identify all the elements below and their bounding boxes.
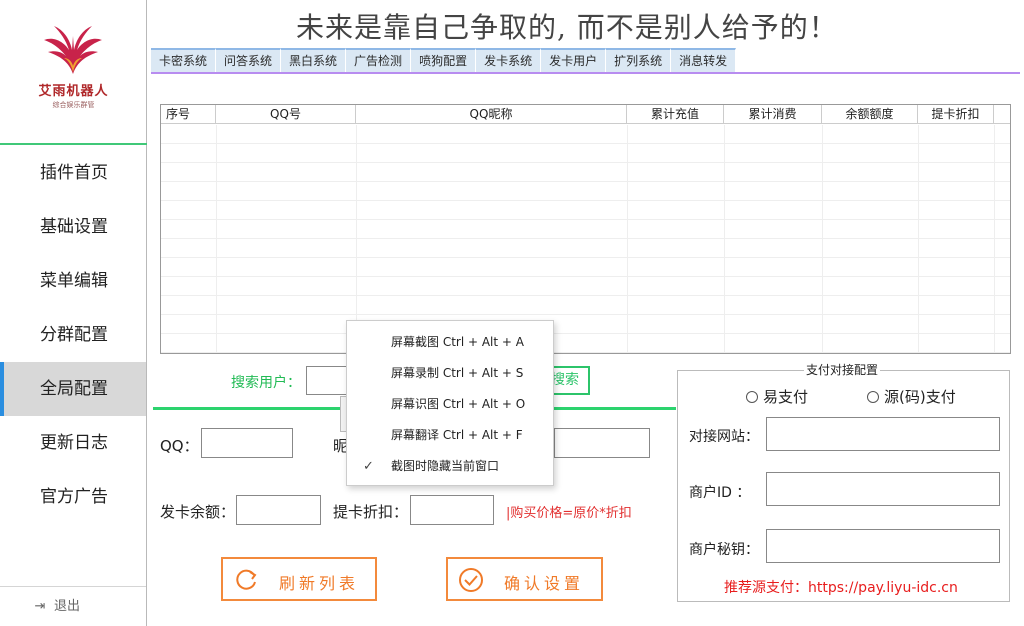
users-table[interactable]: 序号 QQ号 QQ昵称 累计充值 累计消费 余额额度 提卡折扣	[160, 104, 1011, 354]
merchant-secret-input[interactable]	[766, 529, 1000, 563]
checkmark-icon: ✓	[363, 459, 374, 474]
merchant-secret-label: 商户秘钥：	[689, 542, 759, 558]
radio-epay-circle	[746, 391, 758, 403]
sidebar-nav: 插件首页 基础设置 菜单编辑 分群配置 全局配置 更新日志 官方广告	[0, 146, 146, 524]
column-header-qq[interactable]: QQ号	[216, 105, 356, 123]
column-header-index[interactable]: 序号	[161, 105, 216, 123]
merchant-id-input[interactable]	[766, 472, 1000, 506]
confirm-settings-button[interactable]: 确认设置	[446, 557, 603, 601]
menu-item-hide-window-label: 截图时隐藏当前窗口	[391, 459, 500, 473]
recommended-pay-note: 推荐源支付：https://pay.liyu-idc.cn	[724, 580, 958, 596]
menu-item-screen-translate[interactable]: 屏幕翻译 Ctrl + Alt + F	[347, 420, 553, 451]
tab-underline	[151, 72, 1020, 74]
tab-bar: 卡密系统 问答系统 黑白系统 广告检测 喷狗配置 发卡系统 发卡用户 扩列系统 …	[151, 48, 737, 72]
pay-site-input[interactable]	[766, 417, 1000, 451]
tab-spam-config[interactable]: 喷狗配置	[411, 48, 477, 72]
column-header-total-spend[interactable]: 累计消费	[724, 105, 822, 123]
menu-item-screen-ocr[interactable]: 屏幕识图 Ctrl + Alt + O	[347, 389, 553, 420]
table-header: 序号 QQ号 QQ昵称 累计充值 累计消费 余额额度 提卡折扣	[161, 105, 1010, 124]
sidebar-item-official-ads[interactable]: 官方广告	[0, 470, 146, 524]
menu-item-screenshot-label: 屏幕截图 Ctrl + Alt + A	[391, 335, 524, 349]
tab-message-forward[interactable]: 消息转发	[671, 48, 737, 72]
table-body	[161, 125, 1010, 353]
sidebar-item-global-config[interactable]: 全局配置	[0, 362, 146, 416]
menu-item-hide-window[interactable]: ✓ 截图时隐藏当前窗口	[347, 451, 553, 482]
qq-input[interactable]	[201, 428, 293, 458]
radio-source-pay-label: 源(码)支付	[884, 388, 956, 406]
app-window: 艾雨机器人 综合娱乐群管 插件首页 基础设置 菜单编辑 分群配置 全局配置 更新…	[0, 0, 1024, 626]
tab-qa-system[interactable]: 问答系统	[216, 48, 282, 72]
tab-expand-system[interactable]: 扩列系统	[606, 48, 672, 72]
sidebar-item-menu-edit[interactable]: 菜单编辑	[0, 254, 146, 308]
logout-button[interactable]: ⇥ 退出	[0, 586, 146, 626]
table-col-divider	[216, 125, 217, 353]
radio-source-pay[interactable]: 源(码)支付	[867, 386, 956, 407]
column-header-discount[interactable]: 提卡折扣	[918, 105, 994, 123]
menu-item-screen-record-label: 屏幕录制 Ctrl + Alt + S	[391, 366, 524, 380]
menu-item-screen-record[interactable]: 屏幕录制 Ctrl + Alt + S	[347, 358, 553, 389]
tab-ad-detection[interactable]: 广告检测	[346, 48, 412, 72]
search-user-label: 搜索用户：	[231, 375, 301, 391]
column-header-nickname[interactable]: QQ昵称	[356, 105, 627, 123]
confirm-settings-label: 确认设置	[504, 574, 585, 593]
table-col-divider	[724, 125, 725, 353]
merchant-id-label: 商户ID ：	[689, 485, 751, 501]
payment-config-title: 支付对接配置	[804, 361, 881, 378]
logo: 艾雨机器人 综合娱乐群管	[0, 0, 147, 145]
sidebar-item-basic-settings[interactable]: 基础设置	[0, 200, 146, 254]
menu-item-screen-translate-label: 屏幕翻译 Ctrl + Alt + F	[391, 428, 523, 442]
sidebar-item-plugin-home[interactable]: 插件首页	[0, 146, 146, 200]
screenshot-context-menu: 屏幕截图 Ctrl + Alt + A 屏幕录制 Ctrl + Alt + S …	[346, 320, 554, 486]
card-balance-input[interactable]	[236, 495, 321, 525]
qq-label: QQ：	[160, 437, 199, 455]
price-formula-note: |购买价格=原价*折扣	[506, 506, 632, 521]
menu-item-screen-ocr-label: 屏幕识图 Ctrl + Alt + O	[391, 397, 526, 411]
logout-icon: ⇥	[34, 599, 46, 614]
tab-card-issue-system[interactable]: 发卡系统	[476, 48, 542, 72]
refresh-list-label: 刷新列表	[279, 574, 360, 593]
table-col-divider	[994, 125, 995, 353]
table-col-divider	[822, 125, 823, 353]
column-header-total-recharge[interactable]: 累计充值	[627, 105, 724, 123]
tab-card-system[interactable]: 卡密系统	[151, 48, 217, 72]
column-header-balance[interactable]: 余额额度	[822, 105, 918, 123]
tab-blackwhite-system[interactable]: 黑白系统	[281, 48, 347, 72]
refresh-list-button[interactable]: 刷新列表	[221, 557, 377, 601]
logo-subtitle: 综合娱乐群管	[52, 101, 95, 109]
nickname-input[interactable]	[554, 428, 650, 458]
radio-epay-label: 易支付	[763, 388, 809, 406]
logout-label: 退出	[54, 599, 81, 614]
tab-card-users[interactable]: 发卡用户	[541, 48, 607, 72]
logo-title: 艾雨机器人	[38, 84, 109, 99]
pay-site-label: 对接网站：	[689, 429, 759, 445]
card-balance-label: 发卡余额：	[160, 503, 236, 521]
table-col-divider	[627, 125, 628, 353]
card-discount-label: 提卡折扣：	[333, 503, 409, 521]
menu-item-screenshot[interactable]: 屏幕截图 Ctrl + Alt + A	[347, 327, 553, 358]
radio-source-pay-circle	[867, 391, 879, 403]
sidebar-item-group-config[interactable]: 分群配置	[0, 308, 146, 362]
check-circle-icon	[459, 568, 483, 592]
card-discount-input[interactable]	[410, 495, 494, 525]
sidebar-item-update-log[interactable]: 更新日志	[0, 416, 146, 470]
sidebar: 艾雨机器人 综合娱乐群管 插件首页 基础设置 菜单编辑 分群配置 全局配置 更新…	[0, 0, 147, 626]
refresh-icon	[236, 569, 257, 590]
phoenix-logo-icon	[44, 26, 102, 74]
table-col-divider	[918, 125, 919, 353]
radio-epay[interactable]: 易支付	[746, 386, 808, 407]
page-slogan: 未来是靠自己争取的, 而不是别人给予的！	[296, 11, 838, 44]
